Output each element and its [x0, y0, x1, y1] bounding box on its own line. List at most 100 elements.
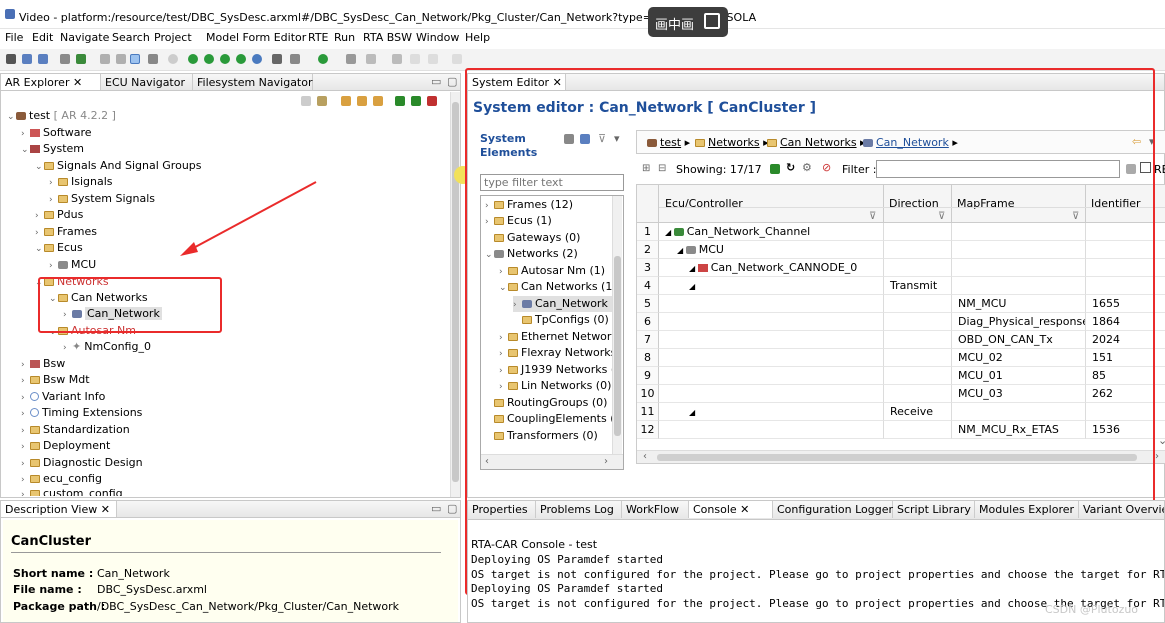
tree-item-isignals[interactable]: › Isignals	[49, 174, 113, 190]
tab-variant-overview[interactable]: Variant Overvie	[1079, 501, 1164, 518]
new-icon[interactable]	[6, 54, 16, 64]
tab-properties[interactable]: Properties	[468, 501, 536, 518]
menu-model-form-editor[interactable]: Model Form Editor	[206, 31, 306, 44]
menu-project[interactable]: Project	[154, 31, 192, 44]
filter3-icon[interactable]	[373, 96, 383, 106]
menu-help[interactable]: Help	[465, 31, 490, 44]
package-path-value: /DBC_SysDesc_Can_Network/Pkg_Cluster/Can…	[97, 600, 400, 613]
prev-annotation-icon[interactable]	[410, 54, 420, 64]
collapse-all-icon[interactable]	[301, 96, 311, 106]
tree-item-variant-info[interactable]: › Variant Info	[21, 389, 105, 405]
tree-item-test[interactable]: ⌄ test [ AR 4.2.2 ]	[7, 108, 116, 124]
tree-label: ecu_config	[43, 472, 102, 485]
minimize-icon[interactable]: ▭	[431, 75, 441, 88]
tree-item-nmconfig[interactable]: › ✦ NmConfig_0	[63, 339, 151, 355]
tab-console[interactable]: Console ✕	[689, 501, 773, 518]
tree-version: [ AR 4.2.2 ]	[53, 109, 116, 122]
description-tabbar: Description View ✕ ▭ ▢	[1, 501, 460, 518]
run-icon[interactable]	[318, 54, 328, 64]
tab-label: WorkFlow	[626, 503, 679, 516]
description-divider	[11, 552, 441, 553]
ar-explorer-tabbar: AR Explorer ✕ ECU Navigator Filesystem N…	[1, 74, 460, 91]
tab-description-view[interactable]: Description View ✕	[1, 501, 117, 517]
menu-navigate[interactable]: Navigate	[60, 31, 109, 44]
build-icon[interactable]	[76, 54, 86, 64]
tab-problems-log[interactable]: Problems Log	[536, 501, 622, 518]
excel-icon[interactable]	[395, 96, 405, 106]
tree-item-bsw[interactable]: › Bsw	[21, 356, 65, 372]
o-icon[interactable]	[252, 54, 262, 64]
tree-item-standardization[interactable]: › Standardization	[21, 422, 130, 438]
back-icon[interactable]	[428, 54, 438, 64]
minimize-icon[interactable]: ▭	[431, 502, 441, 515]
tab-modules-explorer[interactable]: Modules Explorer	[975, 501, 1079, 518]
link-editor-icon[interactable]	[317, 96, 327, 106]
tree-item-frames[interactable]: › Frames	[35, 224, 97, 240]
tab-filesystem-navigator[interactable]: Filesystem Navigator	[193, 74, 313, 90]
tree-item-system[interactable]: ⌄ System	[21, 141, 84, 157]
pip-expand-icon[interactable]	[704, 13, 720, 29]
save-icon[interactable]	[22, 54, 32, 64]
forward-icon[interactable]	[452, 54, 462, 64]
menu-search[interactable]: Search	[112, 31, 150, 44]
tab-label: Console	[693, 503, 737, 516]
annotation-icon[interactable]	[366, 54, 376, 64]
tree-item-pdus[interactable]: › Pdus	[35, 207, 83, 223]
tab-ar-explorer[interactable]: AR Explorer ✕	[1, 74, 101, 90]
pointer-icon[interactable]	[130, 54, 140, 64]
tab-label: Variant Overvie	[1083, 503, 1164, 516]
pip-label: 画中画	[655, 18, 695, 33]
tree-item-ecus[interactable]: ⌄ Ecus	[35, 240, 83, 256]
select-icon[interactable]	[116, 54, 126, 64]
a-icon[interactable]	[188, 54, 198, 64]
nav-icon[interactable]	[346, 54, 356, 64]
tab-workflow[interactable]: WorkFlow	[622, 501, 689, 518]
tree-item-custom-config[interactable]: › custom_config	[21, 486, 123, 496]
package-path-label: Package path :	[13, 600, 106, 613]
a-red-icon[interactable]	[427, 96, 437, 106]
filter2-icon[interactable]	[357, 96, 367, 106]
tree-label: Software	[43, 126, 92, 139]
d-icon[interactable]	[204, 54, 214, 64]
menu-file[interactable]: File	[5, 31, 23, 44]
app-icon	[5, 9, 15, 19]
book-icon[interactable]	[290, 54, 300, 64]
explorer-scrollbar[interactable]	[450, 92, 460, 497]
rte-icon[interactable]	[272, 54, 282, 64]
file-name-label: File name :	[13, 583, 82, 596]
picture-in-picture-button[interactable]: 画中画	[648, 7, 728, 37]
scrollbar-thumb[interactable]	[452, 102, 459, 482]
save-all-icon[interactable]	[38, 54, 48, 64]
g-icon[interactable]	[236, 54, 246, 64]
print-icon[interactable]	[60, 54, 70, 64]
filter-icon[interactable]	[341, 96, 351, 106]
tab-label: Modules Explorer	[979, 503, 1075, 516]
tree-item-diagnostic-design[interactable]: › Diagnostic Design	[21, 455, 143, 471]
tree-item-signals[interactable]: ⌄ Signals And Signal Groups	[35, 158, 202, 174]
zoom-icon[interactable]	[148, 54, 158, 64]
tab-ecu-navigator[interactable]: ECU Navigator	[101, 74, 193, 90]
next-annotation-icon[interactable]	[392, 54, 402, 64]
menu-run[interactable]: Run	[334, 31, 355, 44]
menu-rta-bsw[interactable]: RTA BSW	[363, 31, 412, 44]
menu-edit[interactable]: Edit	[32, 31, 53, 44]
tree-item-bsw-mdt[interactable]: › Bsw Mdt	[21, 372, 90, 388]
help-icon[interactable]	[168, 54, 178, 64]
c-icon[interactable]	[411, 96, 421, 106]
tree-label: System Signals	[71, 192, 156, 205]
menu-window[interactable]: Window	[416, 31, 459, 44]
tree-item-software[interactable]: › Software	[21, 125, 92, 141]
maximize-icon[interactable]: ▢	[447, 502, 457, 515]
tree-item-mcu[interactable]: › MCU	[49, 257, 96, 273]
grid-scroll-down-icon[interactable]: ⌄	[1158, 434, 1165, 447]
tree-item-deployment[interactable]: › Deployment	[21, 438, 110, 454]
tree-item-timing[interactable]: › Timing Extensions	[21, 405, 142, 421]
link-icon[interactable]	[100, 54, 110, 64]
tab-script-library[interactable]: Script Library	[893, 501, 975, 518]
menu-rte[interactable]: RTE	[308, 31, 329, 44]
tab-configuration-logger[interactable]: Configuration Logger	[773, 501, 893, 518]
maximize-icon[interactable]: ▢	[447, 75, 457, 88]
f-icon[interactable]	[220, 54, 230, 64]
tree-item-system-signals[interactable]: › System Signals	[49, 191, 155, 207]
tree-item-ecu-config[interactable]: › ecu_config	[21, 471, 102, 487]
